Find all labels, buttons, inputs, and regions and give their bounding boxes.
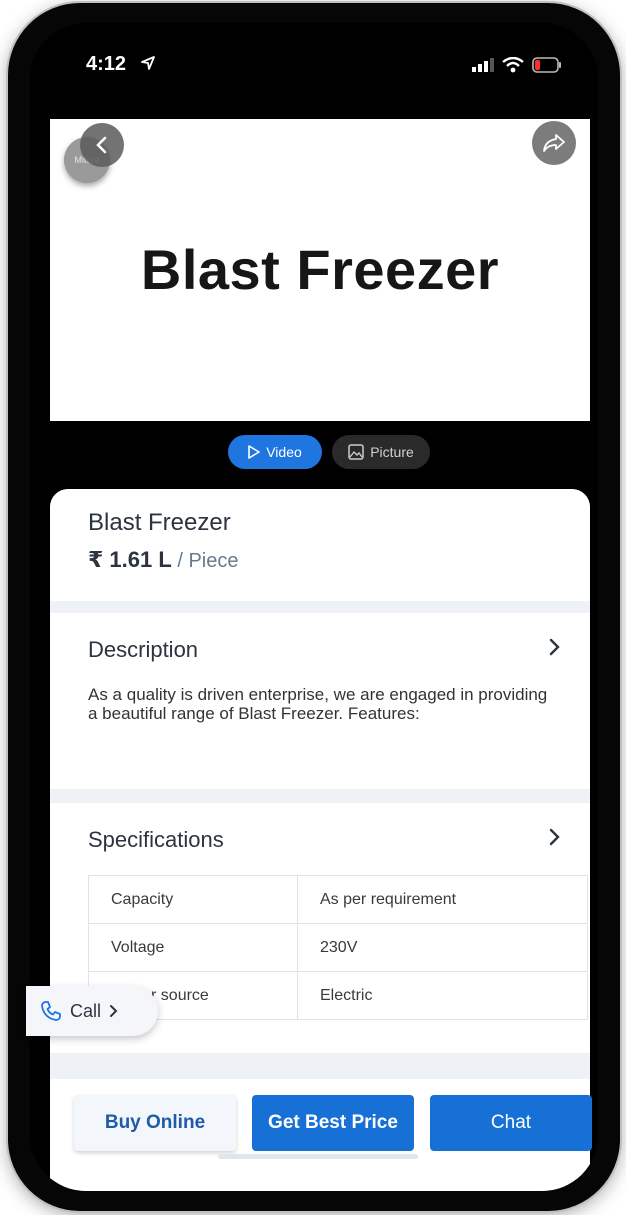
tab-picture[interactable]: Picture xyxy=(332,435,430,469)
description-section[interactable]: Description As a quality is driven enter… xyxy=(50,613,590,789)
product-summary: Blast Freezer ₹ 1.61 L / Piece xyxy=(50,489,590,601)
share-button[interactable] xyxy=(532,121,576,165)
location-arrow-icon xyxy=(140,55,156,76)
hero-title: Blast Freezer xyxy=(140,238,500,301)
specifications-heading: Specifications xyxy=(88,827,224,852)
get-best-price-button[interactable]: Get Best Price xyxy=(252,1095,414,1151)
spec-value: As per requirement xyxy=(297,875,588,924)
chevron-right-icon xyxy=(110,1005,118,1017)
description-heading: Description xyxy=(88,637,199,662)
spec-label: Voltage xyxy=(88,923,298,972)
back-button[interactable] xyxy=(80,123,124,167)
product-title: Blast Freezer xyxy=(88,509,231,536)
play-icon xyxy=(248,445,261,459)
spec-value: Electric xyxy=(297,971,588,1020)
battery-icon xyxy=(532,57,562,78)
phone-icon xyxy=(41,1001,61,1021)
table-row: Capacity As per requirement xyxy=(88,875,588,924)
picture-icon xyxy=(348,444,364,460)
chevron-left-icon xyxy=(96,136,107,154)
specifications-table: Capacity As per requirement Voltage 230V… xyxy=(88,875,588,1020)
action-bar: Buy Online Get Best Price Chat xyxy=(50,1079,592,1191)
spec-value: 230V xyxy=(297,923,588,972)
call-label: Call xyxy=(70,1000,102,1021)
status-bar: 4:12 xyxy=(30,23,598,119)
product-price: ₹ 1.61 L / Piece xyxy=(88,547,239,573)
call-button[interactable]: Call xyxy=(26,986,158,1036)
chevron-right-icon[interactable] xyxy=(548,637,562,662)
table-row: Power source Electric xyxy=(88,971,588,1020)
spec-label: Capacity xyxy=(88,875,298,924)
wifi-icon xyxy=(502,56,524,78)
signal-icon xyxy=(472,58,494,77)
media-switcher: Video Picture xyxy=(50,421,590,491)
table-row: Voltage 230V xyxy=(88,923,588,972)
home-indicator[interactable] xyxy=(218,1154,418,1159)
product-hero-image: Mitera Blast Freezer xyxy=(50,119,590,421)
tab-video[interactable]: Video xyxy=(228,435,322,469)
chat-button[interactable]: Chat xyxy=(430,1095,592,1151)
price-unit: / Piece xyxy=(171,550,239,572)
price-value: ₹ 1.61 L xyxy=(88,547,172,572)
status-icons xyxy=(472,56,562,78)
description-text: As a quality is driven enterprise, we ar… xyxy=(88,685,548,723)
buy-online-button[interactable]: Buy Online xyxy=(74,1095,236,1151)
tab-picture-label: Picture xyxy=(370,444,414,460)
share-icon xyxy=(543,134,565,152)
tab-video-label: Video xyxy=(266,444,302,460)
status-time: 4:12 xyxy=(86,53,127,75)
chevron-right-icon[interactable] xyxy=(548,827,562,852)
